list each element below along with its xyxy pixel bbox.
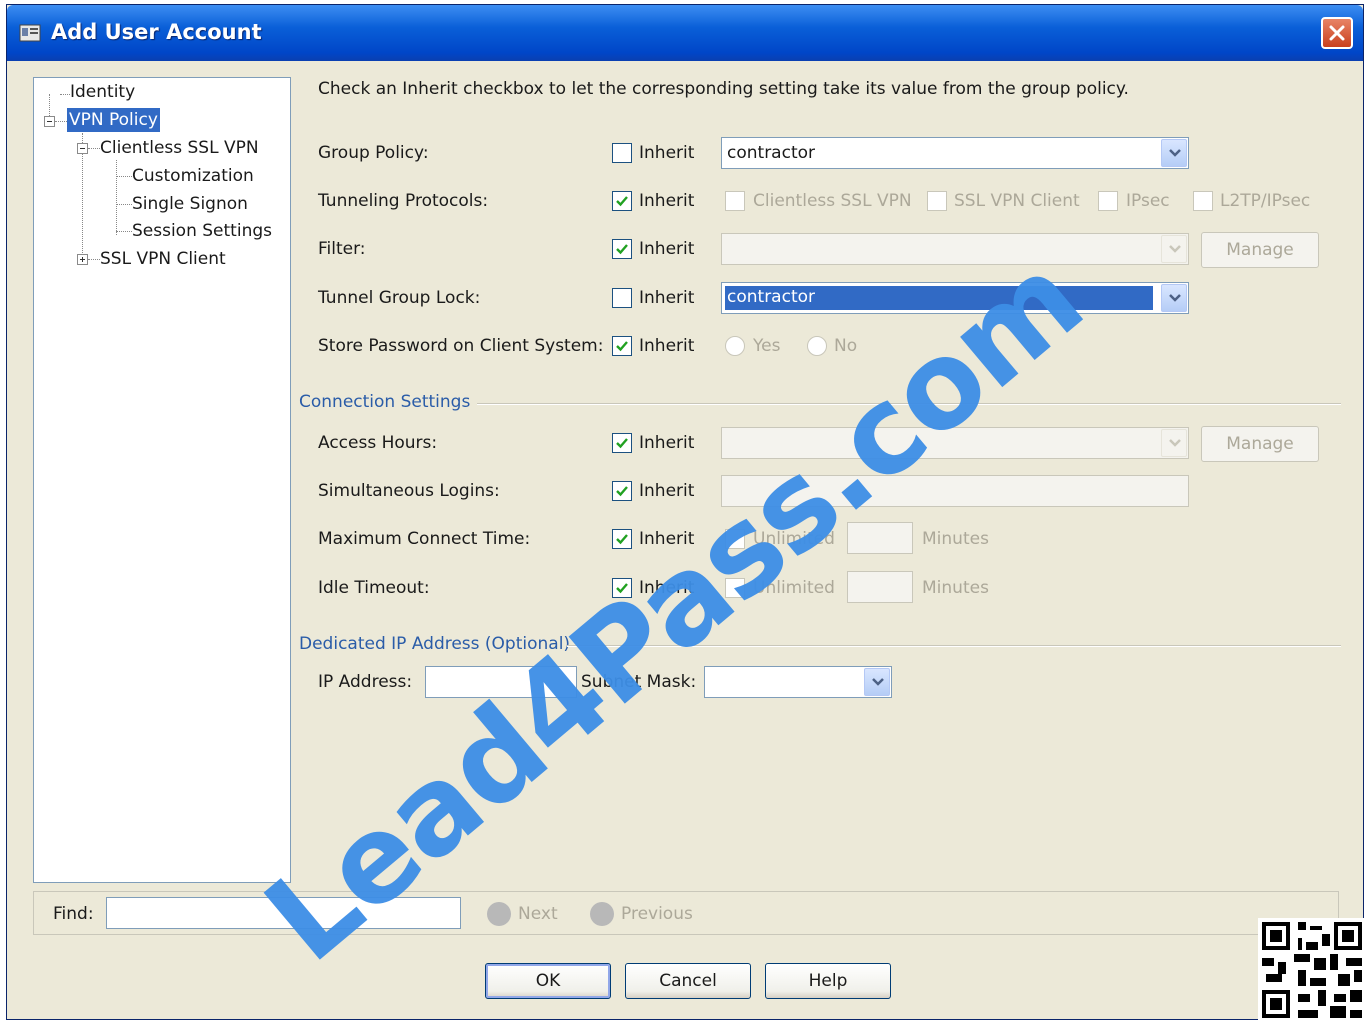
- checkmark-icon: [616, 196, 628, 207]
- connection-settings-title: Connection Settings: [299, 392, 471, 412]
- tree-item-clientless-ssl-vpn[interactable]: Clientless SSL VPN: [100, 136, 259, 160]
- inherit-label: Inherit: [639, 481, 695, 501]
- previous-icon[interactable]: [590, 902, 614, 926]
- minutes-label: Minutes: [922, 578, 989, 598]
- checkmark-icon: [616, 438, 628, 449]
- inherit-label: Inherit: [639, 288, 695, 308]
- expand-icon[interactable]: [77, 254, 88, 265]
- tunnel-group-lock-inherit-checkbox[interactable]: [612, 288, 632, 308]
- navigation-tree: Identity VPN Policy Clientless SSL VPN C…: [33, 77, 291, 883]
- checkmark-icon: [616, 534, 628, 545]
- simultaneous-logins-inherit-checkbox[interactable]: [612, 481, 632, 501]
- chevron-down-icon: [1169, 294, 1181, 302]
- tree-item-ssl-vpn-client[interactable]: SSL VPN Client: [100, 247, 226, 271]
- clientless-ssl-vpn-checkbox[interactable]: [725, 191, 745, 211]
- dropdown-button[interactable]: [1161, 235, 1187, 263]
- find-label: Find:: [53, 904, 94, 924]
- qr-code-icon: [1258, 918, 1366, 1022]
- close-icon: [1329, 25, 1345, 41]
- access-hours-inherit-checkbox[interactable]: [612, 433, 632, 453]
- tunneling-protocols-inherit-checkbox[interactable]: [612, 191, 632, 211]
- idle-timeout-minutes-input[interactable]: [847, 571, 913, 603]
- tree-item-session-settings[interactable]: Session Settings: [132, 219, 272, 243]
- dropdown-button[interactable]: [1161, 429, 1187, 457]
- chevron-down-icon: [872, 678, 884, 686]
- inherit-label: Inherit: [639, 143, 695, 163]
- next-icon[interactable]: [487, 902, 511, 926]
- simultaneous-logins-label: Simultaneous Logins:: [318, 481, 500, 501]
- checkmark-icon: [616, 244, 628, 255]
- minutes-label: Minutes: [922, 529, 989, 549]
- access-hours-label: Access Hours:: [318, 433, 438, 453]
- group-policy-value: contractor: [727, 143, 815, 163]
- filter-manage-button[interactable]: Manage: [1201, 232, 1319, 268]
- inherit-label: Inherit: [639, 239, 695, 259]
- dropdown-button[interactable]: [864, 668, 890, 696]
- tunneling-protocols-label: Tunneling Protocols:: [318, 191, 489, 211]
- collapse-icon[interactable]: [44, 116, 55, 127]
- app-icon: [19, 24, 41, 42]
- filter-select[interactable]: [721, 233, 1189, 265]
- ssl-vpn-client-label: SSL VPN Client: [954, 191, 1080, 211]
- store-password-yes-radio[interactable]: [725, 336, 745, 356]
- chevron-down-icon: [1169, 149, 1181, 157]
- group-policy-label: Group Policy:: [318, 143, 429, 163]
- subnet-mask-select[interactable]: [704, 666, 892, 698]
- chevron-down-icon: [1169, 439, 1181, 447]
- chevron-down-icon: [1169, 245, 1181, 253]
- tree-item-vpn-policy[interactable]: VPN Policy: [67, 108, 160, 132]
- previous-label[interactable]: Previous: [621, 903, 693, 925]
- no-label: No: [834, 336, 858, 356]
- ipsec-label: IPsec: [1126, 191, 1170, 211]
- store-password-label: Store Password on Client System:: [318, 336, 604, 356]
- l2tp-ipsec-label: L2TP/IPsec: [1220, 191, 1311, 211]
- instruction-text: Check an Inherit checkbox to let the cor…: [318, 79, 1129, 99]
- window-title: Add User Account: [51, 20, 262, 44]
- ok-button[interactable]: OK: [485, 963, 611, 999]
- yes-label: Yes: [753, 336, 781, 356]
- dropdown-button[interactable]: [1161, 284, 1187, 312]
- store-password-inherit-checkbox[interactable]: [612, 336, 632, 356]
- idle-timeout-label: Idle Timeout:: [318, 578, 430, 598]
- help-button[interactable]: Help: [765, 963, 891, 999]
- next-label[interactable]: Next: [518, 903, 558, 925]
- filter-label: Filter:: [318, 239, 366, 259]
- tunnel-group-lock-label: Tunnel Group Lock:: [318, 288, 481, 308]
- title-bar[interactable]: Add User Account: [7, 5, 1363, 61]
- store-password-no-radio[interactable]: [807, 336, 827, 356]
- l2tp-ipsec-checkbox[interactable]: [1193, 191, 1213, 211]
- filter-inherit-checkbox[interactable]: [612, 239, 632, 259]
- cancel-button[interactable]: Cancel: [625, 963, 751, 999]
- ip-address-label: IP Address:: [318, 672, 413, 692]
- checkmark-icon: [616, 486, 628, 497]
- group-policy-inherit-checkbox[interactable]: [612, 143, 632, 163]
- inherit-label: Inherit: [639, 336, 695, 356]
- max-connect-time-label: Maximum Connect Time:: [318, 529, 531, 549]
- tree-item-identity[interactable]: Identity: [70, 80, 135, 104]
- checkmark-icon: [616, 341, 628, 352]
- collapse-icon[interactable]: [77, 143, 88, 154]
- clientless-ssl-vpn-label: Clientless SSL VPN: [753, 191, 912, 211]
- inherit-label: Inherit: [639, 191, 695, 211]
- inherit-label: Inherit: [639, 433, 695, 453]
- ssl-vpn-client-checkbox[interactable]: [927, 191, 947, 211]
- close-button[interactable]: [1321, 17, 1353, 49]
- max-connect-time-inherit-checkbox[interactable]: [612, 529, 632, 549]
- dropdown-button[interactable]: [1161, 139, 1187, 167]
- access-hours-manage-button[interactable]: Manage: [1201, 426, 1319, 462]
- tree-item-single-signon[interactable]: Single Signon: [132, 192, 248, 216]
- ipsec-checkbox[interactable]: [1098, 191, 1118, 211]
- tree-item-customization[interactable]: Customization: [132, 164, 254, 188]
- group-policy-select[interactable]: contractor: [721, 137, 1189, 169]
